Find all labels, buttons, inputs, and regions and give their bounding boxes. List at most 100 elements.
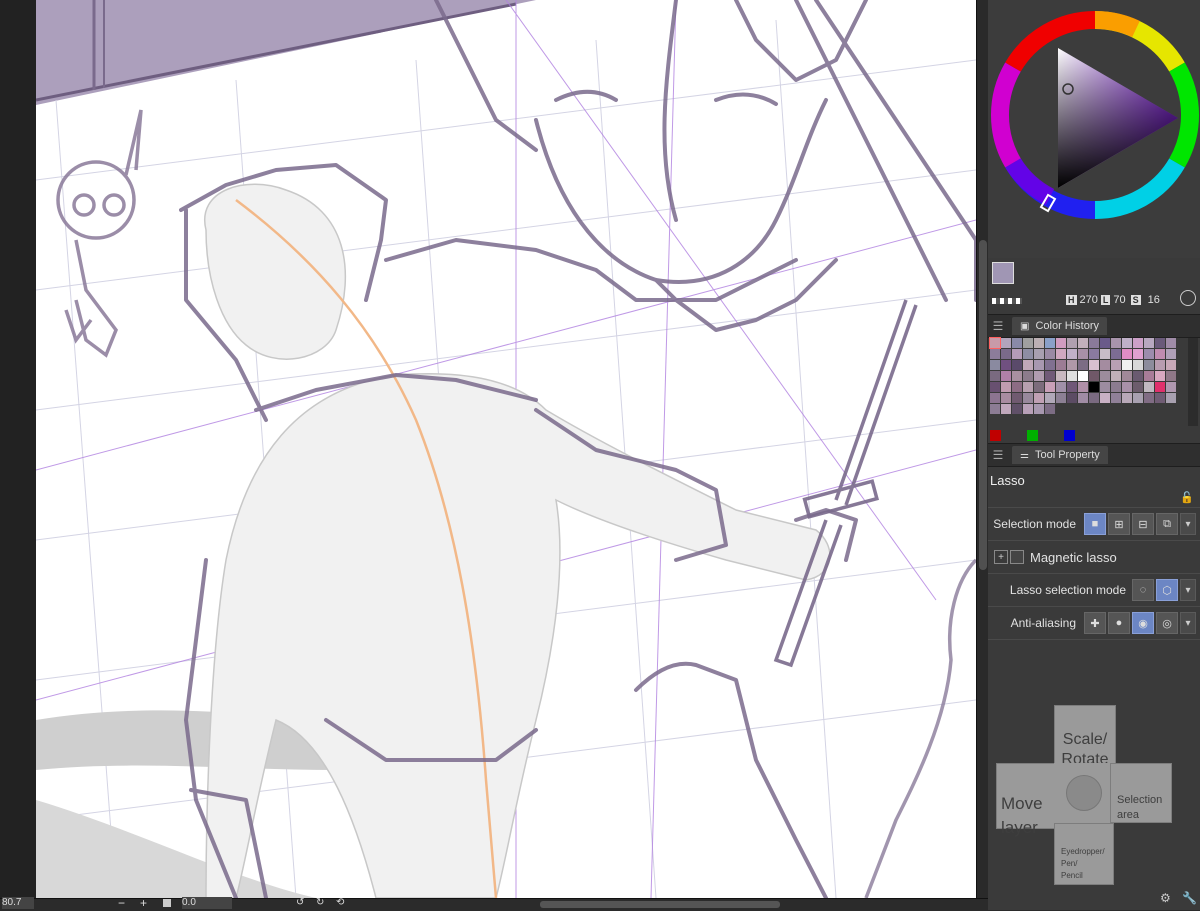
history-swatch[interactable] [990,382,1000,392]
subtract-selection-icon[interactable]: ⊟ [1132,513,1154,535]
history-swatch[interactable] [1155,382,1165,392]
history-swatch[interactable] [1144,393,1154,403]
main-color-swatch[interactable] [992,262,1014,284]
history-swatch[interactable] [1001,393,1011,403]
history-swatch[interactable] [1034,338,1044,348]
history-swatch[interactable] [1012,360,1022,370]
history-swatch[interactable] [1155,371,1165,381]
history-swatch[interactable] [1067,393,1077,403]
history-swatch[interactable] [1133,349,1143,359]
pad-up-button[interactable]: Scale/ Rotate [1054,705,1116,769]
color-history-grid[interactable] [989,337,1186,426]
history-swatch[interactable] [1023,338,1033,348]
history-swatch[interactable] [1155,393,1165,403]
history-swatch[interactable] [1067,382,1077,392]
history-swatch[interactable] [1111,382,1121,392]
history-swatch[interactable] [1100,393,1110,403]
history-swatch[interactable] [1078,349,1088,359]
history-swatch[interactable] [1012,349,1022,359]
intersect-selection-icon[interactable]: ⧉ [1156,513,1178,535]
new-selection-icon[interactable]: ■ [1084,513,1106,535]
expand-icon[interactable]: + [994,550,1008,564]
history-swatch[interactable] [1144,349,1154,359]
transparent-color-swatch[interactable] [992,298,1022,304]
history-swatch[interactable] [990,349,1000,359]
history-swatch[interactable] [1166,382,1176,392]
history-swatch[interactable] [1122,393,1132,403]
history-swatch[interactable] [1111,393,1121,403]
history-swatch[interactable] [1144,371,1154,381]
history-swatch[interactable] [1166,393,1176,403]
history-swatch[interactable] [1089,349,1099,359]
history-swatch[interactable] [1023,404,1033,414]
scrollbar-thumb[interactable] [979,240,987,570]
history-swatch[interactable] [1045,371,1055,381]
history-scrollbar[interactable] [1188,338,1198,426]
history-swatch[interactable] [1023,371,1033,381]
aa-weak-icon[interactable]: ● [1108,612,1130,634]
panel-menu-icon[interactable]: ☰ [988,448,1008,462]
history-swatch[interactable] [1023,382,1033,392]
aa-strong-icon[interactable]: ◎ [1156,612,1178,634]
pad-down-button[interactable]: Eyedropper/ Pen/ Pencil [1054,823,1114,885]
settings-icon[interactable]: ⚙ [1160,891,1171,905]
polyline-lasso-icon[interactable]: ⬡ [1156,579,1178,601]
history-swatch[interactable] [1056,338,1066,348]
magnetic-lasso-checkbox[interactable] [1010,550,1024,564]
rotation-field[interactable]: 0.0 [182,897,232,909]
history-swatch[interactable] [1089,338,1099,348]
zoom-out-button[interactable]: − [118,896,125,910]
lasso-mode-dropdown[interactable]: ▾ [1180,579,1196,601]
history-swatch[interactable] [1089,393,1099,403]
history-swatch[interactable] [1122,338,1132,348]
selection-mode-dropdown[interactable]: ▾ [1180,513,1196,535]
history-swatch[interactable] [1144,382,1154,392]
color-wheel[interactable] [990,10,1200,220]
history-swatch[interactable] [1144,360,1154,370]
drawing-canvas[interactable] [36,0,976,898]
zoom-in-button[interactable]: + [140,896,147,910]
canvas-area[interactable] [0,0,976,898]
history-swatch[interactable] [1078,338,1088,348]
history-swatch[interactable] [1166,360,1176,370]
history-swatch[interactable] [1133,382,1143,392]
history-swatch[interactable] [1078,393,1088,403]
history-swatch[interactable] [1089,382,1099,392]
history-swatch[interactable] [1166,349,1176,359]
history-swatch[interactable] [1122,349,1132,359]
history-swatch[interactable] [1001,404,1011,414]
history-swatch[interactable] [1078,382,1088,392]
history-swatch[interactable] [1133,338,1143,348]
history-swatch[interactable] [1100,338,1110,348]
pad-center-circle[interactable] [1066,775,1102,811]
panel-menu-icon[interactable]: ☰ [988,319,1008,333]
history-swatch[interactable] [1111,349,1121,359]
history-swatch[interactable] [1056,371,1066,381]
tab-color-history[interactable]: ▣ Color History [1012,317,1108,335]
rotate-right-icon[interactable]: ↻ [316,897,324,908]
history-swatch[interactable] [1155,338,1165,348]
history-swatch[interactable] [1144,338,1154,348]
history-swatch[interactable] [1067,371,1077,381]
history-swatch[interactable] [1089,371,1099,381]
history-swatch[interactable] [990,404,1000,414]
history-swatch[interactable] [1100,382,1110,392]
history-swatch[interactable] [1166,338,1176,348]
history-swatch[interactable] [1045,360,1055,370]
history-swatch[interactable] [1023,393,1033,403]
history-swatch[interactable] [1034,371,1044,381]
history-swatch[interactable] [1056,393,1066,403]
history-swatch[interactable] [1111,371,1121,381]
history-swatch[interactable] [1034,382,1044,392]
history-swatch[interactable] [1111,360,1121,370]
history-swatch[interactable] [1012,371,1022,381]
history-swatch[interactable] [1034,349,1044,359]
freehand-lasso-icon[interactable]: ◌ [1132,579,1154,601]
rotate-left-icon[interactable]: ↺ [296,897,304,908]
history-swatch[interactable] [1001,382,1011,392]
history-swatch[interactable] [1023,349,1033,359]
zoom-field[interactable]: 80.7 [2,897,34,909]
horizontal-scrollbar-thumb[interactable] [540,901,780,908]
history-swatch[interactable] [1045,338,1055,348]
history-swatch[interactable] [990,371,1000,381]
